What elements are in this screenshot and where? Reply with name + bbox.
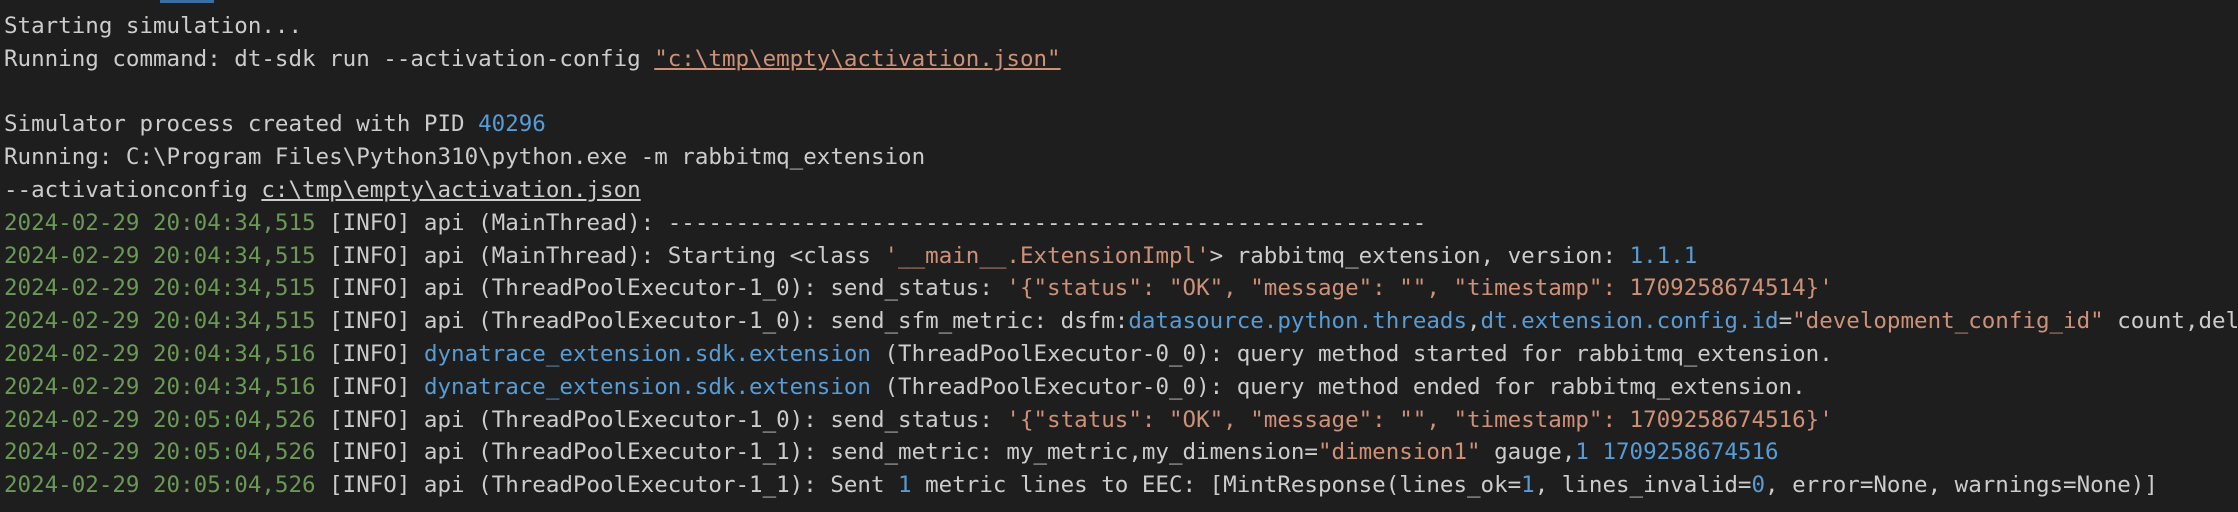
module-name: dynatrace_extension.sdk.extension — [423, 373, 871, 400]
module-name: dynatrace_extension.sdk.extension — [423, 340, 871, 367]
log-line: 2024-02-29 20:04:34,515 [INFO] api (Thre… — [4, 275, 1833, 302]
pid-value: 40296 — [478, 111, 546, 138]
log-line: Simulator process created with PID 40296 — [4, 111, 546, 138]
timestamp: 2024-02-29 20:05:04,526 — [4, 472, 316, 499]
log-line: Running command: dt-sdk run --activation… — [4, 45, 1061, 72]
timestamp: 2024-02-29 20:05:04,526 — [4, 439, 316, 466]
version-value: 1.1.1 — [1629, 242, 1698, 269]
log-line: 2024-02-29 20:04:34,516 [INFO] dynatrace… — [4, 340, 1833, 367]
log-line: 2024-02-29 20:05:04,526 [INFO] api (Thre… — [4, 406, 1833, 433]
activation-config-link[interactable]: "c:\tmp\empty\activation.json" — [654, 46, 1060, 72]
timestamp: 2024-02-29 20:05:04,526 — [4, 406, 316, 433]
terminal-output: Starting simulation... Running command: … — [0, 0, 2238, 512]
timestamp: 2024-02-29 20:04:34,515 — [4, 242, 316, 269]
timestamp: 2024-02-29 20:04:34,516 — [4, 340, 316, 367]
log-line: 2024-02-29 20:04:34,515 [INFO] api (Thre… — [4, 308, 2238, 335]
log-line: 2024-02-29 20:04:34,516 [INFO] dynatrace… — [4, 373, 1806, 400]
log-line: 2024-02-29 20:05:04,526 [INFO] api (Thre… — [4, 439, 1779, 466]
timestamp: 2024-02-29 20:04:34,515 — [4, 275, 316, 302]
log-line: --activationconfig c:\tmp\empty\activati… — [4, 176, 641, 203]
terminal-tab-indicator — [160, 0, 214, 3]
log-line: Running: C:\Program Files\Python310\pyth… — [4, 144, 926, 171]
log-line: 2024-02-29 20:04:34,515 [INFO] api (Main… — [4, 209, 1427, 236]
log-line: 2024-02-29 20:05:04,526 [INFO] api (Thre… — [4, 472, 2158, 499]
log-line: Starting simulation... — [4, 13, 303, 39]
log-line: 2024-02-29 20:04:34,515 [INFO] api (Main… — [4, 242, 1698, 269]
timestamp: 2024-02-29 20:04:34,515 — [4, 308, 316, 335]
activation-path-link[interactable]: c:\tmp\empty\activation.json — [261, 177, 640, 203]
timestamp: 2024-02-29 20:04:34,516 — [4, 373, 316, 400]
timestamp: 2024-02-29 20:04:34,515 — [4, 209, 316, 236]
